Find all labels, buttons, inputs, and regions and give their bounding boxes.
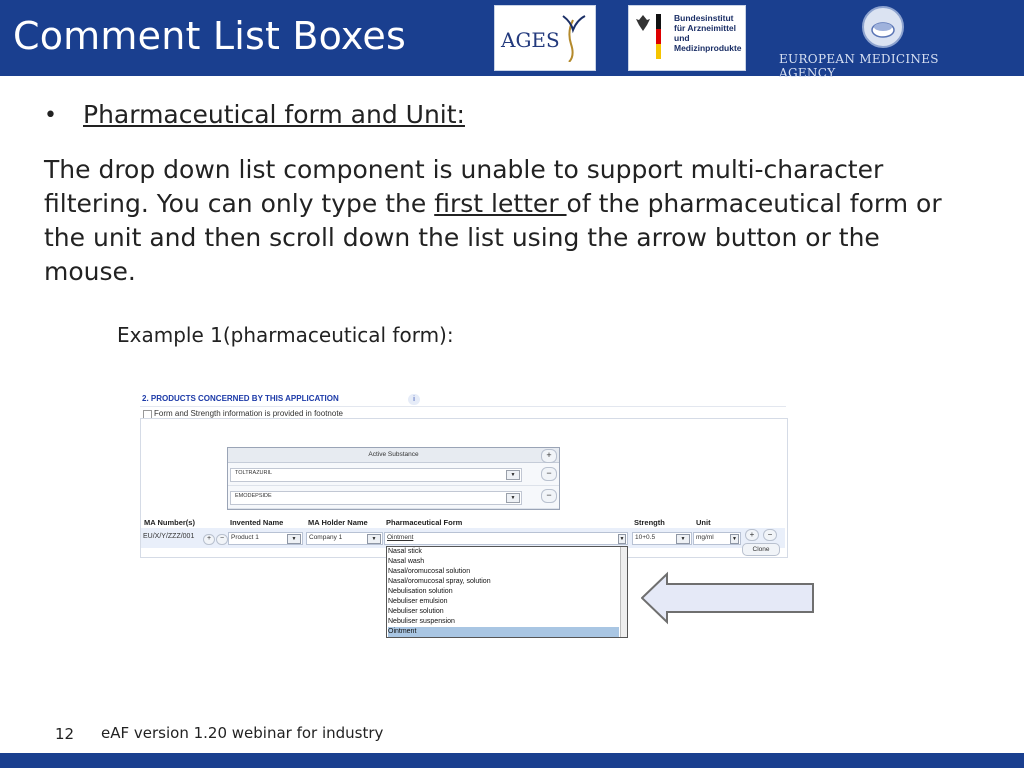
invented-name-select[interactable]: Product 1 ▼: [228, 532, 303, 545]
body-paragraph: The drop down list component is unable t…: [44, 153, 974, 289]
section-title: 2. PRODUCTS CONCERNED BY THIS APPLICATIO…: [142, 394, 339, 403]
bfarm-logo: Bundesinstitut für Arzneimittel und Medi…: [628, 5, 746, 71]
ema-emblem-icon: [862, 6, 904, 48]
dropdown-option[interactable]: Nebuliser suspension: [388, 617, 455, 627]
ma-holder-select[interactable]: Company 1 ▼: [306, 532, 383, 545]
substance-row: TOLTRAZURIL ▼: [228, 463, 559, 486]
dropdown-option-selected[interactable]: Ointment: [388, 627, 619, 637]
dropdown-scrollbar[interactable]: [620, 547, 627, 637]
dropdown-arrow-icon[interactable]: ▼: [618, 534, 626, 544]
bullet-point: •: [44, 103, 57, 128]
col-invented-name: Invented Name: [230, 518, 284, 527]
active-substance-header: Active Substance: [228, 448, 559, 463]
info-button[interactable]: i: [408, 394, 420, 405]
example-label: Example 1(pharmaceutical form):: [117, 323, 454, 347]
remove-substance-button[interactable]: −: [541, 467, 557, 481]
page-number: 12: [55, 725, 75, 743]
add-substance-button[interactable]: +: [541, 449, 557, 463]
active-substance-table: Active Substance TOLTRAZURIL ▼ EMODEPSID…: [227, 447, 560, 510]
slide-title: Comment List Boxes: [13, 14, 407, 58]
col-ma-number: MA Number(s): [144, 518, 195, 527]
footer-text: eAF version 1.20 webinar for industry: [101, 724, 384, 742]
section-heading: Pharmaceutical form and Unit:: [83, 100, 465, 129]
unit-select[interactable]: mg/ml ▼: [693, 532, 741, 545]
substance-value: TOLTRAZURIL: [235, 470, 273, 476]
col-strength: Strength: [634, 518, 665, 527]
eagle-icon: [636, 15, 650, 31]
header-bar: Comment List Boxes AGES Bundesinstitut f…: [0, 0, 1024, 80]
footer-bar: [0, 753, 1024, 768]
substance-value: EMODEPSIDE: [235, 493, 272, 499]
left-arrow-icon: [641, 571, 814, 625]
add-ma-button[interactable]: +: [203, 534, 215, 545]
invented-name-value: Product 1: [231, 534, 259, 541]
remove-row-button[interactable]: −: [763, 529, 777, 541]
remove-substance-button[interactable]: −: [541, 489, 557, 503]
clone-button[interactable]: Clone: [742, 543, 780, 556]
pharm-form-select[interactable]: Ointment ▼: [384, 532, 628, 545]
strength-value: 10+0.5: [635, 534, 656, 541]
unit-value: mg/ml: [696, 534, 714, 541]
col-ma-holder: MA Holder Name: [308, 518, 368, 527]
substance-select[interactable]: TOLTRAZURIL ▼: [230, 468, 522, 482]
divider: [140, 406, 786, 407]
pharm-form-dropdown-list[interactable]: Nasal stick Nasal wash Nasal/oromucosal …: [386, 546, 628, 638]
ma-number-value: EU/X/Y/ZZZ/001: [143, 533, 195, 540]
dropdown-arrow-icon[interactable]: ▼: [506, 493, 520, 503]
pharm-form-value: Ointment: [387, 534, 414, 541]
ema-logo: European Medicines Agency: [776, 5, 986, 80]
dropdown-arrow-icon[interactable]: ▼: [676, 534, 690, 544]
footnote-checkbox-label: Form and Strength information is provide…: [154, 409, 343, 418]
strength-field[interactable]: 10+0.5 ▼: [632, 532, 692, 545]
dropdown-option[interactable]: Nasal stick: [388, 547, 422, 557]
dropdown-option[interactable]: Nebulisation solution: [388, 587, 453, 597]
ma-holder-value: Company 1: [309, 534, 343, 541]
bfarm-logo-text: Bundesinstitut für Arzneimittel und Medi…: [674, 13, 742, 53]
dropdown-option[interactable]: Nasal/oromucosal spray, solution: [388, 577, 491, 587]
dropdown-arrow-icon[interactable]: ▼: [730, 534, 739, 544]
col-unit: Unit: [696, 518, 711, 527]
dropdown-arrow-icon[interactable]: ▼: [506, 470, 520, 480]
ages-logo: AGES: [494, 5, 596, 71]
dropdown-option[interactable]: Nasal/oromucosal solution: [388, 567, 470, 577]
ages-logo-text: AGES: [501, 28, 560, 52]
remove-ma-button[interactable]: −: [216, 534, 228, 545]
paragraph-underlined-text: first letter: [434, 189, 567, 218]
ages-figure-icon: [562, 15, 586, 62]
dropdown-arrow-icon[interactable]: ▼: [367, 534, 381, 544]
dropdown-option[interactable]: Nebuliser emulsion: [388, 597, 448, 607]
substance-select[interactable]: EMODEPSIDE ▼: [230, 491, 522, 505]
dropdown-option[interactable]: Nebuliser solution: [388, 607, 444, 617]
dropdown-arrow-icon[interactable]: ▼: [287, 534, 301, 544]
german-flag-icon: [656, 14, 661, 59]
col-pharm-form: Pharmaceutical Form: [386, 518, 463, 527]
ema-logo-text: European Medicines Agency: [779, 52, 939, 80]
dropdown-option[interactable]: Nasal wash: [388, 557, 424, 567]
substance-row: EMODEPSIDE ▼: [228, 486, 559, 509]
add-row-button[interactable]: +: [745, 529, 759, 541]
